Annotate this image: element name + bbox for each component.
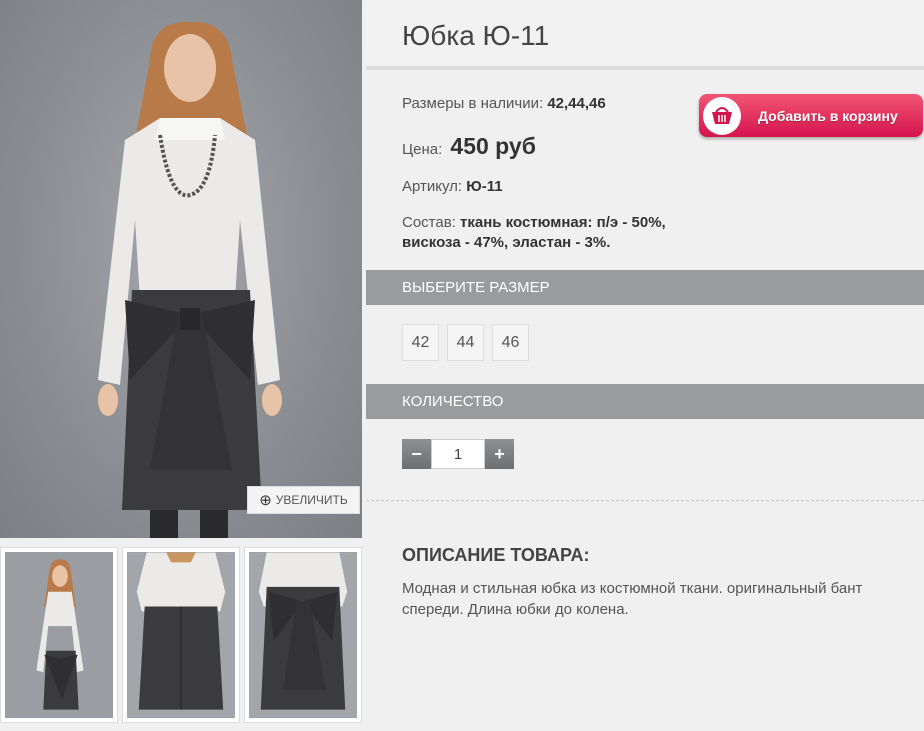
price-label: Цена: — [402, 141, 443, 158]
sku-value: Ю-11 — [466, 178, 503, 195]
divider — [366, 500, 924, 501]
size-option-46[interactable]: 46 — [492, 324, 529, 361]
zoom-button[interactable]: ⊕ УВЕЛИЧИТЬ — [247, 486, 360, 514]
title-bar: Юбка Ю-11 — [366, 0, 924, 70]
size-section-header: ВЫБЕРИТЕ РАЗМЕР — [366, 270, 924, 305]
increase-quantity-button[interactable]: + — [485, 439, 514, 469]
thumbnail-strip — [0, 547, 362, 723]
magnifier-plus-icon: ⊕ — [259, 492, 272, 509]
decrease-quantity-button[interactable]: − — [402, 439, 431, 469]
quantity-input[interactable] — [431, 439, 485, 469]
sizes-label: Размеры в наличии: — [402, 95, 544, 112]
add-to-cart-button[interactable]: Добавить в корзину — [699, 94, 923, 137]
price-value: 450 руб — [450, 133, 536, 159]
add-to-cart-label: Добавить в корзину — [758, 107, 898, 124]
sizes-value: 42,44,46 — [547, 95, 606, 112]
sku: Артикул: Ю-11 — [402, 178, 503, 195]
quantity-section-header: КОЛИЧЕСТВО — [366, 384, 924, 419]
price: Цена: 450 руб — [402, 133, 536, 160]
sku-label: Артикул: — [402, 178, 463, 195]
thumbnail-back[interactable] — [122, 547, 240, 723]
size-option-42[interactable]: 42 — [402, 324, 439, 361]
composition: Состав: ткань костюмная: п/э - 50%, виск… — [402, 213, 692, 253]
composition-label: Состав: — [402, 214, 456, 231]
sizes-available: Размеры в наличии: 42,44,46 — [402, 95, 606, 112]
size-option-44[interactable]: 44 — [447, 324, 484, 361]
main-product-photo[interactable]: ⊕ УВЕЛИЧИТЬ — [0, 0, 362, 538]
thumbnail-image — [127, 552, 235, 718]
thumbnail-image — [249, 552, 357, 718]
product-title: Юбка Ю-11 — [402, 20, 550, 51]
description-text: Модная и стильная юбка из костюмной ткан… — [402, 580, 863, 618]
description-title: ОПИСАНИЕ ТОВАРА: — [402, 545, 590, 565]
basket-icon — [703, 96, 741, 135]
zoom-label: УВЕЛИЧИТЬ — [275, 493, 348, 507]
model-figure — [98, 21, 282, 538]
thumbnail-image — [5, 552, 113, 718]
thumbnail-front-full[interactable] — [0, 547, 118, 723]
thumbnail-front-detail[interactable] — [244, 547, 362, 723]
quantity-stepper: − + — [402, 439, 514, 469]
